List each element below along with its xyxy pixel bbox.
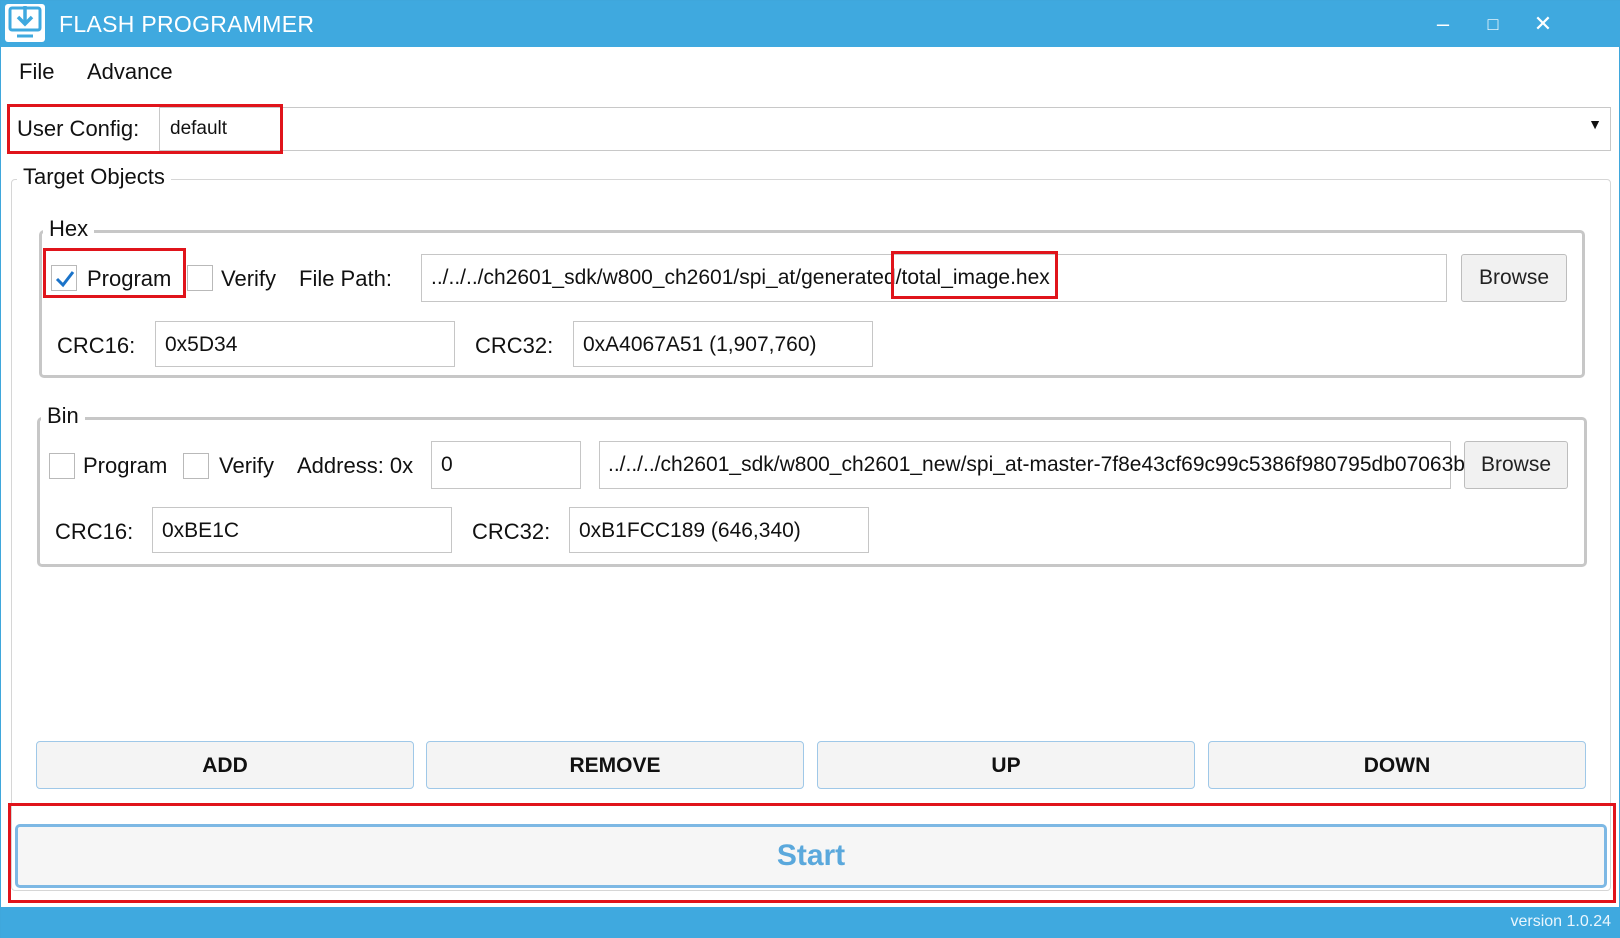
hex-crc16-value: 0x5D34 — [165, 333, 238, 356]
bin-crc16-label: CRC16: — [55, 519, 134, 544]
download-app-icon — [5, 4, 45, 42]
window-title: FLASH PROGRAMMER — [59, 11, 315, 37]
user-config-value: default — [170, 118, 228, 139]
checkmark-icon — [55, 271, 75, 288]
bin-verify-label: Verify — [219, 453, 275, 478]
bin-crc32-field[interactable]: 0xB1FCC189 (646,340) — [569, 507, 869, 553]
hex-browse-button[interactable]: Browse — [1461, 254, 1567, 302]
hex-verify-label: Verify — [221, 266, 277, 291]
minimize-button[interactable]: – — [1423, 7, 1463, 41]
bin-title: Bin — [41, 403, 85, 429]
bin-file-path-value: ../../../ch2601_sdk/w800_ch2601_new/spi_… — [608, 453, 1465, 476]
bin-crc32-value: 0xB1FCC189 (646,340) — [579, 519, 801, 542]
add-button[interactable]: ADD — [36, 741, 414, 789]
remove-button[interactable]: REMOVE — [426, 741, 804, 789]
hex-crc16-field[interactable]: 0x5D34 — [155, 321, 455, 367]
hex-program-label: Program — [87, 266, 172, 291]
start-button[interactable]: Start — [15, 824, 1607, 888]
bin-crc16-field[interactable]: 0xBE1C — [152, 507, 452, 553]
bin-program-label: Program — [83, 453, 168, 478]
version-label: version 1.0.24 — [1510, 913, 1611, 930]
bin-address-input[interactable]: 0 — [431, 441, 581, 489]
hex-crc32-field[interactable]: 0xA4067A51 (1,907,760) — [573, 321, 873, 367]
bin-verify-checkbox[interactable] — [183, 453, 209, 479]
menu-file[interactable]: File — [19, 59, 54, 85]
hex-crc32-value: 0xA4067A51 (1,907,760) — [583, 333, 817, 356]
chevron-down-icon[interactable]: ▼ — [1588, 116, 1602, 132]
bin-program-checkbox[interactable] — [49, 453, 75, 479]
maximize-button[interactable]: □ — [1473, 7, 1513, 41]
status-bar: version 1.0.24 — [1, 907, 1620, 938]
hex-crc16-label: CRC16: — [57, 333, 136, 358]
menu-advance[interactable]: Advance — [87, 59, 173, 85]
app-window: FLASH PROGRAMMER – □ ✕ File Advance User… — [0, 0, 1620, 938]
hex-program-checkbox[interactable] — [51, 265, 77, 291]
bin-crc16-value: 0xBE1C — [162, 519, 240, 542]
hex-file-path-value: ../../../ch2601_sdk/w800_ch2601/spi_at/g… — [431, 266, 1050, 289]
hex-title: Hex — [43, 216, 95, 242]
bin-browse-button[interactable]: Browse — [1464, 441, 1568, 489]
menu-bar: File Advance — [1, 51, 1619, 97]
bin-crc32-label: CRC32: — [472, 519, 551, 544]
bin-address-value: 0 — [441, 453, 453, 476]
title-bar: FLASH PROGRAMMER – □ ✕ — [1, 1, 1620, 47]
hex-crc32-label: CRC32: — [475, 333, 554, 358]
user-config-select[interactable]: default ▼ — [159, 107, 1611, 151]
hex-verify-checkbox[interactable] — [187, 265, 213, 291]
hex-file-path-label: File Path: — [299, 266, 392, 291]
user-config-row: User Config: default ▼ — [11, 107, 1611, 151]
close-button[interactable]: ✕ — [1523, 7, 1563, 41]
bin-address-label: Address: 0x — [297, 453, 414, 478]
target-objects-title: Target Objects — [17, 164, 171, 190]
down-button[interactable]: DOWN — [1208, 741, 1586, 789]
bin-file-path-input[interactable]: ../../../ch2601_sdk/w800_ch2601_new/spi_… — [599, 441, 1465, 489]
hex-file-path-input[interactable]: ../../../ch2601_sdk/w800_ch2601/spi_at/g… — [421, 254, 1447, 302]
up-button[interactable]: UP — [817, 741, 1195, 789]
user-config-label: User Config: — [17, 116, 140, 141]
